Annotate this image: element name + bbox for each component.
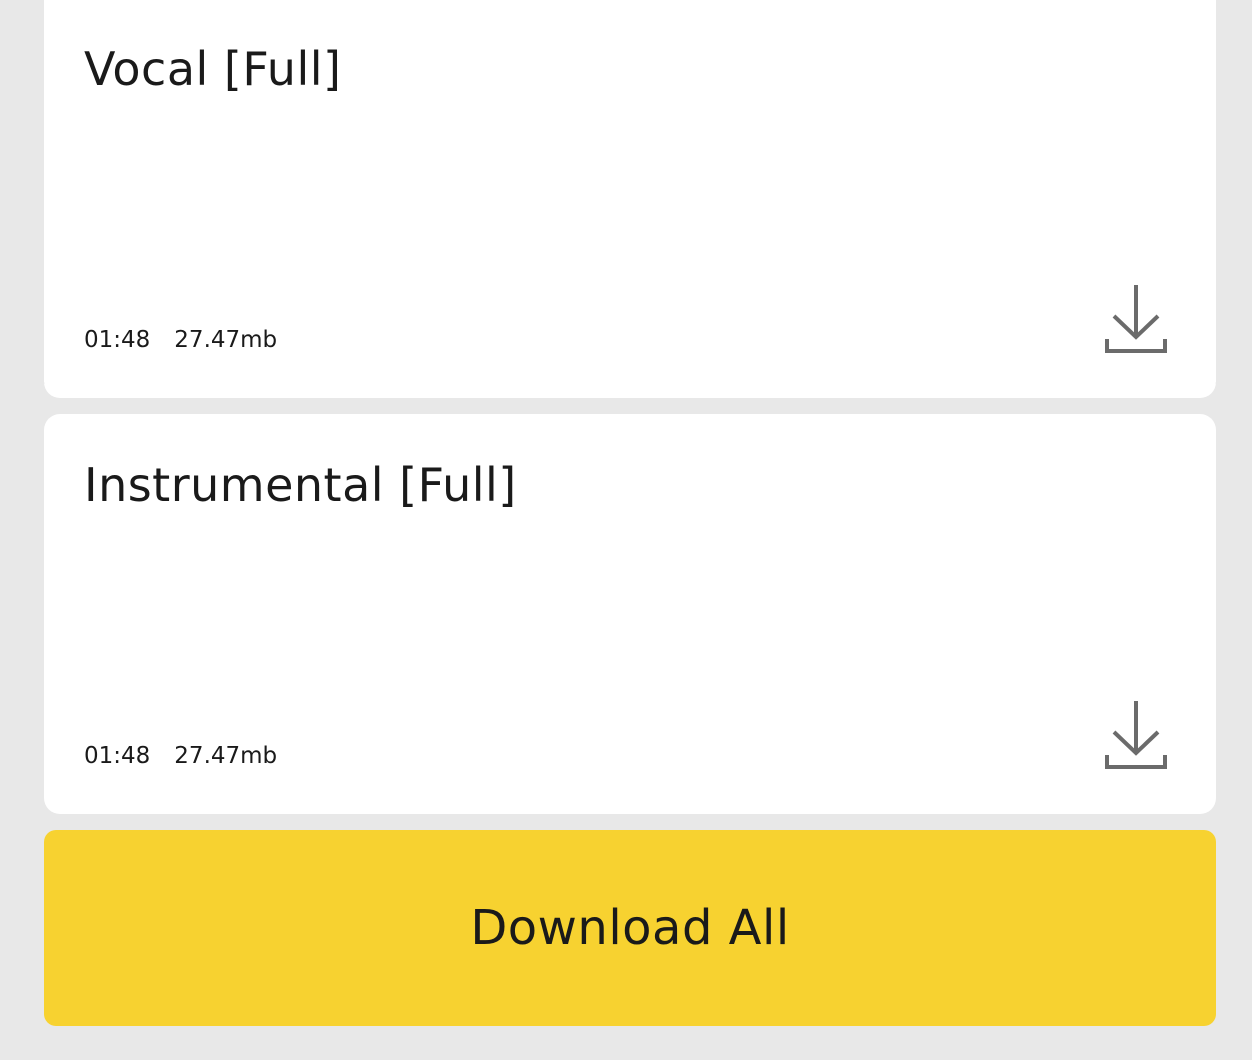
track-card-instrumental: Instrumental [Full] 01:48 27.47mb: [44, 414, 1216, 814]
track-title: Instrumental [Full]: [84, 458, 517, 512]
track-title: Vocal [Full]: [84, 42, 342, 96]
download-vocal-button[interactable]: [1104, 281, 1168, 355]
track-file-size: 27.47mb: [174, 327, 278, 353]
track-meta: 01:48 27.47mb: [84, 745, 277, 768]
track-card-vocal: Vocal [Full] 01:48 27.47mb: [44, 0, 1216, 398]
download-icon: [1105, 285, 1167, 353]
download-icon: [1105, 701, 1167, 769]
stems-download-page: Vocal [Full] 01:48 27.47mb Instrumental …: [0, 0, 1252, 1060]
track-duration: 01:48: [84, 327, 151, 353]
download-instrumental-button[interactable]: [1104, 697, 1168, 771]
track-duration: 01:48: [84, 743, 151, 769]
track-meta: 01:48 27.47mb: [84, 329, 277, 352]
track-file-size: 27.47mb: [174, 743, 278, 769]
download-all-button[interactable]: Download All: [44, 830, 1216, 1026]
